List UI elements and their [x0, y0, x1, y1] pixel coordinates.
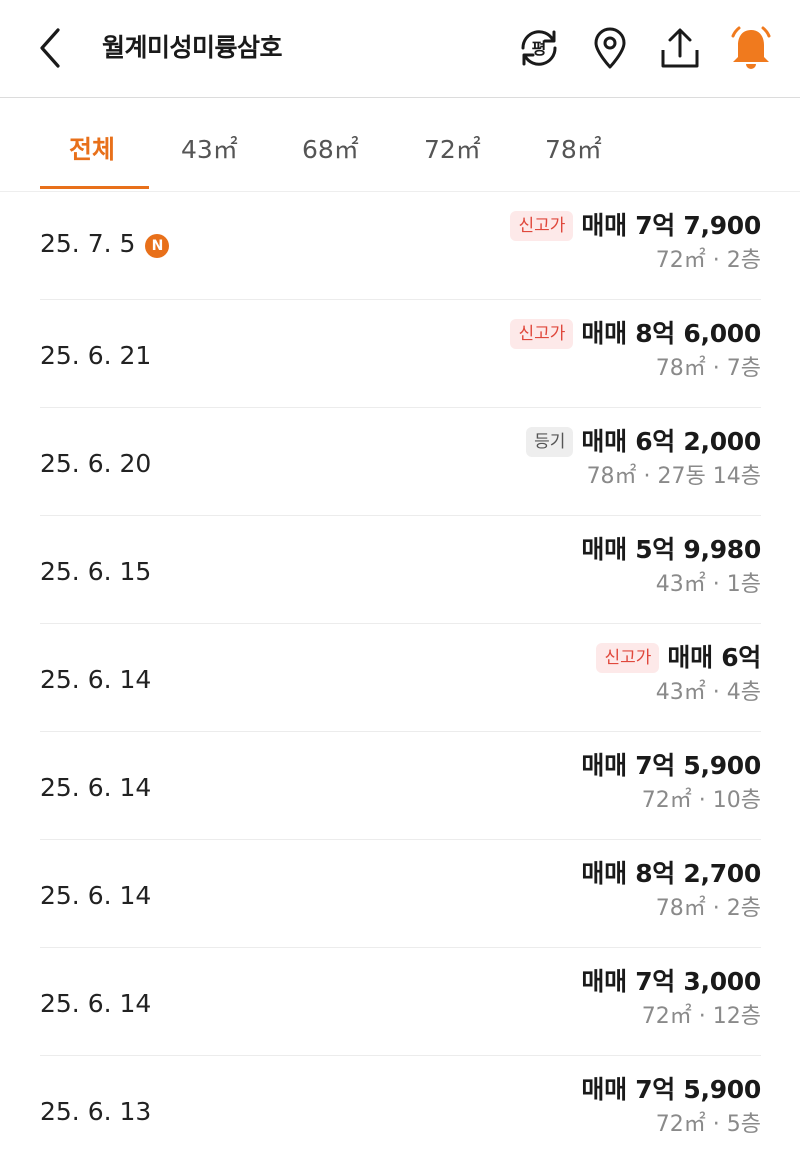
bell-icon: [731, 26, 771, 69]
transaction-date-text: 25. 6. 21: [40, 341, 152, 370]
chevron-left-icon: [40, 28, 60, 68]
transaction-date: 25. 6. 14: [40, 664, 151, 696]
price-line: 신고가 매매 8억 6,000: [510, 318, 761, 350]
location-button[interactable]: [586, 24, 634, 72]
transaction-row[interactable]: 25. 7. 5 N 신고가 매매 7억 7,900 72㎡ · 2층: [40, 192, 761, 300]
transaction-price: 매매 7억 5,900: [581, 1075, 761, 1104]
pyeong-label: 평: [532, 39, 547, 58]
transaction-price: 매매 8억 6,000: [581, 319, 761, 348]
alarm-button[interactable]: [727, 24, 775, 72]
transaction-row[interactable]: 25. 6. 14 매매 8억 2,700 78㎡ · 2층: [40, 840, 761, 948]
transaction-detail: 72㎡ · 12층: [641, 1004, 761, 1029]
active-tab-indicator: [40, 186, 149, 189]
map-pin-icon: [594, 27, 626, 69]
transaction-detail: 78㎡ · 27동 14층: [586, 464, 761, 489]
transaction-price: 매매 6억: [667, 643, 761, 672]
transaction-date: 25. 7. 5 N: [40, 228, 170, 260]
tab-68[interactable]: 68㎡: [302, 134, 359, 174]
transaction-detail: 72㎡ · 5층: [655, 1112, 761, 1137]
transaction-row[interactable]: 25. 6. 14 매매 7억 5,900 72㎡ · 10층: [40, 732, 761, 840]
transaction-date: 25. 6. 20: [40, 448, 151, 480]
share-icon: [661, 28, 699, 68]
transaction-row[interactable]: 25. 6. 15 매매 5억 9,980 43㎡ · 1층: [40, 516, 761, 624]
transaction-row[interactable]: 25. 6. 21 신고가 매매 8억 6,000 78㎡ · 7층: [40, 300, 761, 408]
registered-badge: 등기: [526, 427, 574, 457]
price-line: 매매 8억 2,700: [581, 858, 761, 890]
transaction-date-text: 25. 6. 20: [40, 449, 152, 478]
price-line: 매매 7억 5,900: [581, 750, 761, 782]
transaction-detail: 43㎡ · 1층: [655, 572, 761, 597]
transaction-detail: 72㎡ · 10층: [641, 788, 761, 813]
transaction-price: 매매 5억 9,980: [581, 535, 761, 564]
record-high-badge: 신고가: [596, 643, 660, 673]
transaction-date: 25. 6. 14: [40, 880, 151, 912]
record-high-badge: 신고가: [510, 319, 574, 349]
price-line: 신고가 매매 7억 7,900: [510, 210, 761, 242]
transaction-row[interactable]: 25. 6. 13 매매 7억 5,900 72㎡ · 5층: [40, 1056, 761, 1149]
transaction-date: 25. 6. 21: [40, 340, 151, 372]
transaction-price: 매매 7억 5,900: [581, 751, 761, 780]
pyeong-toggle-button[interactable]: 평: [515, 24, 563, 72]
transaction-price: 매매 8억 2,700: [581, 859, 761, 888]
transaction-price: 매매 7억 3,000: [581, 967, 761, 996]
transaction-row[interactable]: 25. 6. 20 등기 매매 6억 2,000 78㎡ · 27동 14층: [40, 408, 761, 516]
top-bar: 월계미성미륭삼호 평: [0, 0, 800, 98]
transaction-date-text: 25. 6. 14: [40, 773, 152, 802]
price-line: 매매 7억 5,900: [581, 1074, 761, 1106]
transaction-price: 매매 7억 7,900: [581, 211, 761, 240]
share-button[interactable]: [656, 24, 704, 72]
transaction-date-text: 25. 6. 14: [40, 881, 152, 910]
tab-72[interactable]: 72㎡: [424, 134, 481, 174]
transaction-row[interactable]: 25. 6. 14 신고가 매매 6억 43㎡ · 4층: [40, 624, 761, 732]
transaction-date: 25. 6. 14: [40, 772, 151, 804]
transaction-detail: 78㎡ · 7층: [655, 356, 761, 381]
back-button[interactable]: [30, 22, 74, 74]
tab-all[interactable]: 전체: [69, 134, 115, 174]
price-line: 매매 5억 9,980: [581, 534, 761, 566]
transaction-date: 25. 6. 14: [40, 988, 151, 1020]
tab-43[interactable]: 43㎡: [181, 134, 238, 174]
transaction-date-text: 25. 6. 15: [40, 557, 152, 586]
new-badge: N: [145, 234, 170, 258]
transaction-detail: 72㎡ · 2층: [655, 248, 761, 273]
transaction-date: 25. 6. 13: [40, 1096, 151, 1128]
transaction-price: 매매 6억 2,000: [581, 427, 761, 456]
transaction-date-text: 25. 7. 5: [40, 229, 136, 258]
transaction-detail: 43㎡ · 4층: [655, 680, 761, 705]
transaction-row[interactable]: 25. 6. 14 매매 7억 3,000 72㎡ · 12층: [40, 948, 761, 1056]
area-tabs: 전체 43㎡ 68㎡ 72㎡ 78㎡: [0, 98, 800, 192]
price-line: 신고가 매매 6억: [596, 642, 761, 674]
transaction-detail: 78㎡ · 2층: [655, 896, 761, 921]
transaction-date-text: 25. 6. 14: [40, 665, 152, 694]
price-line: 등기 매매 6억 2,000: [526, 426, 761, 458]
record-high-badge: 신고가: [510, 211, 574, 241]
transaction-date-text: 25. 6. 13: [40, 1097, 152, 1126]
page-title: 월계미성미륭삼호: [102, 33, 283, 62]
refresh-pyeong-icon: 평: [521, 30, 557, 66]
tab-78[interactable]: 78㎡: [545, 134, 602, 174]
price-line: 매매 7억 3,000: [581, 966, 761, 998]
transaction-date-text: 25. 6. 14: [40, 989, 152, 1018]
transaction-date: 25. 6. 15: [40, 556, 151, 588]
